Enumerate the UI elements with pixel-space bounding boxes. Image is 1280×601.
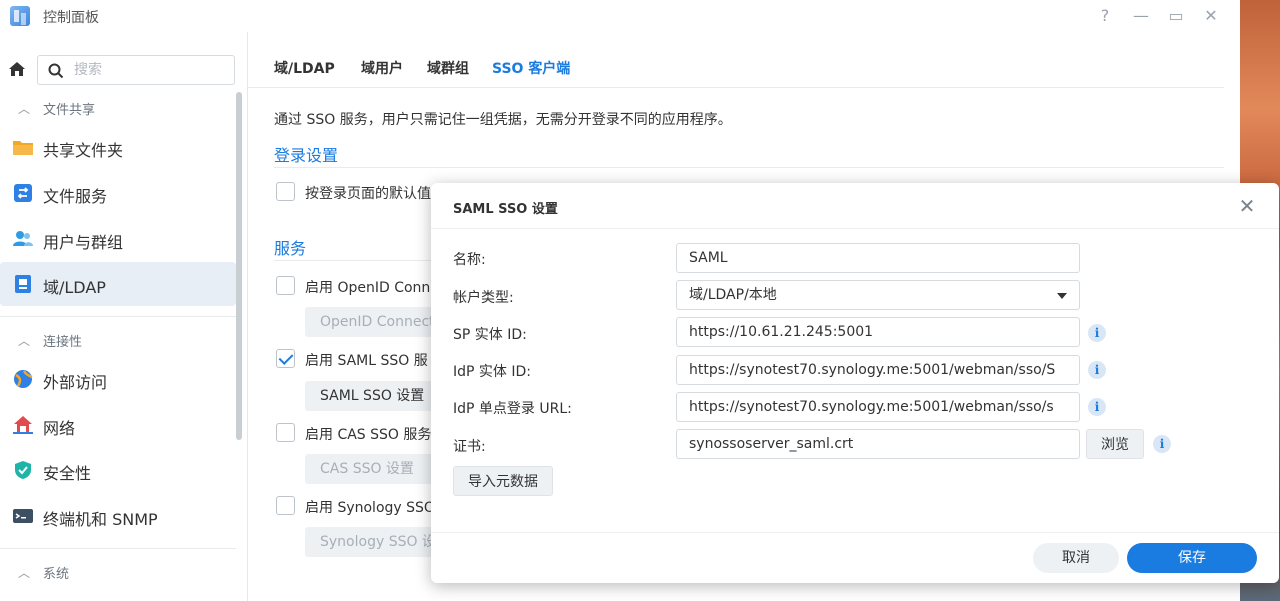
import-metadata-button[interactable]: 导入元数据 — [453, 466, 553, 496]
home-icon[interactable] — [6, 58, 28, 80]
openid-checkbox[interactable] — [276, 276, 295, 295]
dialog-header-divider — [431, 228, 1279, 229]
domain-ldap-icon — [12, 274, 34, 294]
title-bar: 控制面板 ? — ▭ ✕ — [0, 0, 1240, 32]
group-connectivity[interactable]: ︿ 连接性 — [0, 326, 236, 354]
minimize-button[interactable]: — — [1130, 5, 1152, 27]
window-title: 控制面板 — [43, 10, 99, 26]
search-box — [37, 55, 235, 85]
sidebar-item-label: 终端机和 SNMP — [43, 510, 158, 529]
saml-settings-button[interactable]: SAML SSO 设置 — [305, 381, 435, 411]
sidebar-item-users-groups[interactable]: 用户与群组 — [0, 217, 236, 261]
folder-icon — [12, 137, 34, 157]
sidebar-item-label: 网络 — [43, 419, 76, 438]
sp-entity-id-field[interactable]: https://10.61.21.245:5001 — [676, 317, 1080, 347]
chevron-up-icon: ︿ — [18, 334, 31, 348]
chevron-up-icon: ︿ — [18, 566, 31, 580]
group-label: 文件共享 — [43, 103, 96, 118]
security-icon — [12, 460, 34, 480]
account-type-select[interactable]: 域/LDAP/本地 — [676, 280, 1080, 310]
group-file-sharing[interactable]: ︿ 文件共享 — [0, 94, 236, 122]
sidebar-item-label: 安全性 — [43, 464, 92, 483]
sidebar-item-label: 用户与群组 — [43, 233, 124, 252]
tab-domain-groups[interactable]: 域群组 — [427, 58, 469, 78]
dialog-footer-divider — [431, 532, 1279, 533]
info-icon[interactable]: i — [1088, 324, 1106, 342]
save-button[interactable]: 保存 — [1127, 543, 1257, 573]
idp-sso-url-label: IdP 单点登录 URL: — [453, 401, 572, 417]
cancel-button[interactable]: 取消 — [1033, 543, 1119, 573]
idp-sso-url-field[interactable]: https://synotest70.synology.me:5001/webm… — [676, 392, 1080, 422]
sidebar-scrollbar[interactable] — [236, 92, 242, 440]
group-label: 系统 — [43, 567, 70, 582]
help-button[interactable]: ? — [1094, 5, 1116, 27]
sidebar: ︿ 文件共享 共享文件夹 文件服务 用户与群组 域/LDAP — [0, 32, 248, 601]
info-icon[interactable]: i — [1153, 435, 1171, 453]
sidebar-item-label: 共享文件夹 — [43, 141, 124, 160]
browse-button[interactable]: 浏览 — [1086, 429, 1144, 459]
login-default-label: 按登录页面的默认值 — [305, 186, 431, 202]
tab-bar: 域/LDAP 域用户 域群组 SSO 客户端 — [248, 32, 1224, 88]
sidebar-divider — [0, 316, 236, 317]
sidebar-item-label: 外部访问 — [43, 373, 108, 392]
cas-checkbox[interactable] — [276, 423, 295, 442]
network-icon — [12, 415, 34, 435]
sidebar-item-network[interactable]: 网络 — [0, 403, 236, 447]
idp-entity-id-label: IdP 实体 ID: — [453, 364, 531, 380]
synology-sso-checkbox[interactable] — [276, 496, 295, 515]
cas-settings-button[interactable]: CAS SSO 设置 — [305, 454, 435, 484]
group-system[interactable]: ︿ 系统 — [0, 558, 236, 586]
login-settings-title: 登录设置 — [274, 146, 339, 165]
name-field[interactable]: SAML — [676, 243, 1080, 273]
sidebar-item-file-services[interactable]: 文件服务 — [0, 171, 236, 215]
sidebar-item-external-access[interactable]: 外部访问 — [0, 357, 236, 401]
name-label: 名称: — [453, 252, 486, 268]
sidebar-item-security[interactable]: 安全性 — [0, 448, 236, 492]
search-icon — [48, 63, 64, 79]
saml-checkbox[interactable] — [276, 349, 295, 368]
close-window-button[interactable]: ✕ — [1200, 5, 1222, 27]
sidebar-divider — [0, 548, 236, 549]
sidebar-item-terminal-snmp[interactable]: 终端机和 SNMP — [0, 494, 236, 538]
cas-label: 启用 CAS SSO 服务 — [305, 427, 432, 443]
tab-sso-client[interactable]: SSO 客户端 — [492, 58, 570, 78]
tab-domain-users[interactable]: 域用户 — [361, 58, 403, 78]
openid-settings-button[interactable]: OpenID Connect — [305, 307, 435, 337]
close-icon[interactable]: ✕ — [1237, 194, 1257, 218]
certificate-label: 证书: — [453, 439, 486, 455]
info-icon[interactable]: i — [1088, 361, 1106, 379]
users-icon — [12, 229, 34, 249]
saml-sso-settings-dialog: SAML SSO 设置 ✕ 名称: SAML 帐户类型: 域/LDAP/本地 S… — [431, 183, 1279, 583]
dialog-title: SAML SSO 设置 — [453, 202, 558, 217]
synology-sso-settings-button[interactable]: Synology SSO 设 — [305, 527, 435, 557]
login-default-checkbox[interactable] — [276, 182, 295, 201]
certificate-field[interactable]: synossoserver_saml.crt — [676, 429, 1080, 459]
sidebar-item-label: 文件服务 — [43, 187, 108, 206]
section-divider — [274, 167, 1224, 168]
terminal-icon — [12, 506, 34, 526]
idp-entity-id-field[interactable]: https://synotest70.synology.me:5001/webm… — [676, 355, 1080, 385]
control-panel-icon — [10, 6, 30, 26]
search-input[interactable] — [74, 60, 224, 80]
sp-entity-id-label: SP 实体 ID: — [453, 327, 527, 343]
services-title: 服务 — [274, 239, 307, 258]
sidebar-item-label: 域/LDAP — [43, 278, 106, 297]
saml-label: 启用 SAML SSO 服 — [305, 353, 428, 369]
info-icon[interactable]: i — [1088, 398, 1106, 416]
synology-sso-label: 启用 Synology SSO — [305, 500, 435, 516]
file-services-icon — [12, 183, 34, 203]
group-label: 连接性 — [43, 335, 83, 350]
sidebar-item-shared-folder[interactable]: 共享文件夹 — [0, 125, 236, 169]
chevron-up-icon: ︿ — [18, 102, 31, 116]
account-type-label: 帐户类型: — [453, 290, 514, 306]
external-access-icon — [12, 369, 34, 389]
sso-description: 通过 SSO 服务，用户只需记住一组凭据，无需分开登录不同的应用程序。 — [274, 112, 732, 128]
tab-domain-ldap[interactable]: 域/LDAP — [274, 58, 335, 78]
openid-label: 启用 OpenID Conn — [305, 280, 431, 296]
sidebar-item-domain-ldap[interactable]: 域/LDAP — [0, 262, 236, 306]
maximize-button[interactable]: ▭ — [1165, 5, 1187, 27]
